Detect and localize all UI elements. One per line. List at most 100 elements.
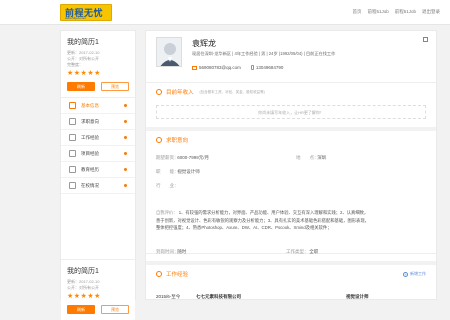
industry-label: 行 业： bbox=[156, 183, 179, 188]
target-icon bbox=[69, 118, 76, 125]
arrival-label: 到岗时间： bbox=[156, 249, 179, 254]
add-work-button[interactable]: + 新增工作 bbox=[403, 271, 426, 277]
avatar[interactable] bbox=[156, 37, 182, 67]
sidebar-item-label: 教育经历 bbox=[81, 166, 99, 172]
income-title: 目前年收入 bbox=[166, 90, 194, 96]
sidebar-item-label: 基本信息 bbox=[81, 102, 99, 108]
phone-icon bbox=[250, 65, 254, 70]
resume-meta-2: 更新：2017-02-10 公开：对所有公开 bbox=[67, 279, 129, 291]
sidebar-item-label: 求职意向 bbox=[81, 118, 99, 124]
job-type-field: 工作类型： 全职 bbox=[286, 249, 318, 255]
resume-completeness-label: 完整度： bbox=[67, 62, 83, 67]
sidebar-item-label: 项目经验 bbox=[81, 150, 99, 156]
briefcase-icon bbox=[156, 271, 162, 277]
eval-label: 自我评价： bbox=[156, 210, 178, 215]
nav-51job-link[interactable]: 前程51Job bbox=[367, 9, 388, 15]
status-dot-icon bbox=[124, 120, 127, 123]
resume-actions: 刷新 预览 bbox=[67, 82, 129, 91]
arrival-value: 随时 bbox=[177, 249, 187, 254]
job-type-label: 工作类型： bbox=[286, 249, 309, 254]
email-item: 569080783@qq.com bbox=[192, 65, 241, 70]
edit-icon[interactable] bbox=[423, 37, 428, 42]
intent-section-header: 求职意向 bbox=[146, 131, 436, 149]
resume-privacy-2: 公开：对所有公开 bbox=[67, 285, 99, 290]
user-icon bbox=[69, 102, 76, 109]
work-position: 视觉设计师 bbox=[346, 294, 369, 299]
eval-text: 1、有较强的需求分析能力，对界面、产品功能、用户体验、交互有深入理解和实践；2、… bbox=[156, 210, 369, 230]
income-hint: (包含基本工资、补贴、奖金、股权收益等) bbox=[199, 89, 265, 94]
industry-field: 行 业： bbox=[156, 183, 179, 189]
resume-title[interactable]: 我的简历1 bbox=[67, 37, 129, 47]
income-icon bbox=[156, 89, 162, 95]
person-silhouette-icon bbox=[160, 43, 180, 66]
email-text: 569080783@qq.com bbox=[199, 65, 241, 70]
preview-button[interactable]: 预览 bbox=[100, 82, 129, 91]
nav-logout-link[interactable]: 退出登录 bbox=[422, 9, 440, 15]
intent-icon bbox=[156, 137, 162, 143]
contact-row: 569080783@qq.com 13049684790 bbox=[192, 65, 283, 70]
briefcase-icon bbox=[69, 134, 76, 141]
work-title: 工作经验 bbox=[166, 272, 189, 278]
location-field: 地 点： 深圳 bbox=[296, 155, 326, 161]
income-section-header: 目前年收入 (包含基本工资、补贴、奖金、股权收益等) bbox=[146, 83, 436, 101]
work-entry[interactable]: 2015/6-至今 七七元素科技有限公司 视觉设计师 bbox=[156, 294, 426, 300]
preview-button-2[interactable]: 预览 bbox=[100, 305, 129, 314]
profile-header: 袁辉龙 现居住深圳-龙华新区 | 4年工作经验 | 男 | 24岁 (1992/… bbox=[146, 31, 436, 83]
candidate-name: 袁辉龙 bbox=[192, 39, 216, 48]
nav-account-link[interactable]: 前程51Job bbox=[395, 9, 416, 15]
function-value: 视觉设计师 bbox=[177, 169, 200, 174]
salary-field: 期望薪资： 6000-7999元/月 bbox=[156, 155, 209, 161]
school-icon bbox=[69, 182, 76, 189]
work-company: 七七元素科技有限公司 bbox=[196, 294, 241, 299]
left-sidebar: 我的简历1 更新：2017-02-10 公开：对所有公开 完整度： ★★★★★ … bbox=[60, 30, 136, 320]
project-icon bbox=[69, 150, 76, 157]
location-value: 深圳 bbox=[317, 155, 327, 160]
completeness-stars-2: ★★★★★ bbox=[67, 293, 101, 300]
function-field: 职 能： 视觉设计师 bbox=[156, 169, 200, 175]
sidebar-item-job-intent[interactable]: 求职意向 bbox=[61, 114, 135, 130]
sidebar-item-label: 在校情况 bbox=[81, 182, 99, 188]
resume-actions-2: 刷新 预览 bbox=[67, 305, 129, 314]
resume-meta: 更新：2017-02-10 公开：对所有公开 完整度： bbox=[67, 50, 129, 68]
job-type-value: 全职 bbox=[309, 249, 319, 254]
top-nav: 首页 前程51Job 前程51Job 退出登录 bbox=[352, 9, 440, 15]
sidebar-item-project-experience[interactable]: 项目经验 bbox=[61, 146, 135, 162]
resume-main: 袁辉龙 现居住深圳-龙华新区 | 4年工作经验 | 男 | 24岁 (1992/… bbox=[145, 30, 437, 300]
sidebar-item-school[interactable]: 在校情况 bbox=[61, 178, 135, 194]
work-section-header: 工作经验 bbox=[146, 265, 436, 283]
phone-item: 13049684790 bbox=[250, 65, 284, 70]
phone-text: 13049684790 bbox=[255, 65, 284, 70]
plus-icon: + bbox=[403, 271, 408, 277]
intent-title: 求职意向 bbox=[166, 138, 189, 144]
salary-label: 期望薪资： bbox=[156, 155, 179, 160]
arrival-field: 到岗时间： 随时 bbox=[156, 249, 186, 255]
resume-title-2[interactable]: 我的简历1 bbox=[67, 266, 129, 276]
nav-home-link[interactable]: 首页 bbox=[352, 9, 361, 15]
status-dot-icon bbox=[124, 136, 127, 139]
section-nav: 基本信息 求职意向 工作经验 项目经验 教育经历 在校情况 bbox=[61, 97, 135, 194]
completeness-stars: ★★★★★ bbox=[67, 70, 101, 77]
logo-url: www.51job.com bbox=[65, 16, 87, 20]
top-bar: 前程无忧 www.51job.com 首页 前程51Job 前程51Job 退出… bbox=[0, 0, 450, 25]
income-placeholder[interactable]: 你尚未填写年收入，让HR更了解你！ bbox=[156, 105, 426, 119]
function-label: 职 能： bbox=[156, 169, 179, 174]
work-period: 2015/6-至今 bbox=[156, 294, 181, 299]
resume-card-2: 我的简历1 更新：2017-02-10 公开：对所有公开 ★★★★★ 刷新 预览 bbox=[61, 259, 135, 320]
status-dot-icon bbox=[124, 168, 127, 171]
salary-value: 6000-7999元/月 bbox=[177, 155, 210, 160]
self-evaluation: 自我评价： 1、有较强的需求分析能力，对界面、产品功能、用户体验、交互有深入理解… bbox=[156, 209, 371, 232]
site-logo[interactable]: 前程无忧 www.51job.com bbox=[60, 4, 112, 21]
refresh-button[interactable]: 刷新 bbox=[67, 82, 95, 91]
status-dot-icon bbox=[124, 184, 127, 187]
candidate-info: 现居住深圳-龙华新区 | 4年工作经验 | 男 | 24岁 (1992/05/0… bbox=[192, 51, 336, 56]
add-work-label: 新增工作 bbox=[410, 271, 426, 276]
sidebar-item-work-experience[interactable]: 工作经验 bbox=[61, 130, 135, 146]
education-icon bbox=[69, 166, 76, 173]
active-dot-icon bbox=[124, 104, 127, 107]
sidebar-item-education[interactable]: 教育经历 bbox=[61, 162, 135, 178]
status-dot-icon bbox=[124, 152, 127, 155]
refresh-button-2[interactable]: 刷新 bbox=[67, 305, 95, 314]
location-label: 地 点： bbox=[296, 155, 319, 160]
mail-icon bbox=[192, 65, 197, 70]
sidebar-item-basic-info[interactable]: 基本信息 bbox=[61, 98, 135, 114]
